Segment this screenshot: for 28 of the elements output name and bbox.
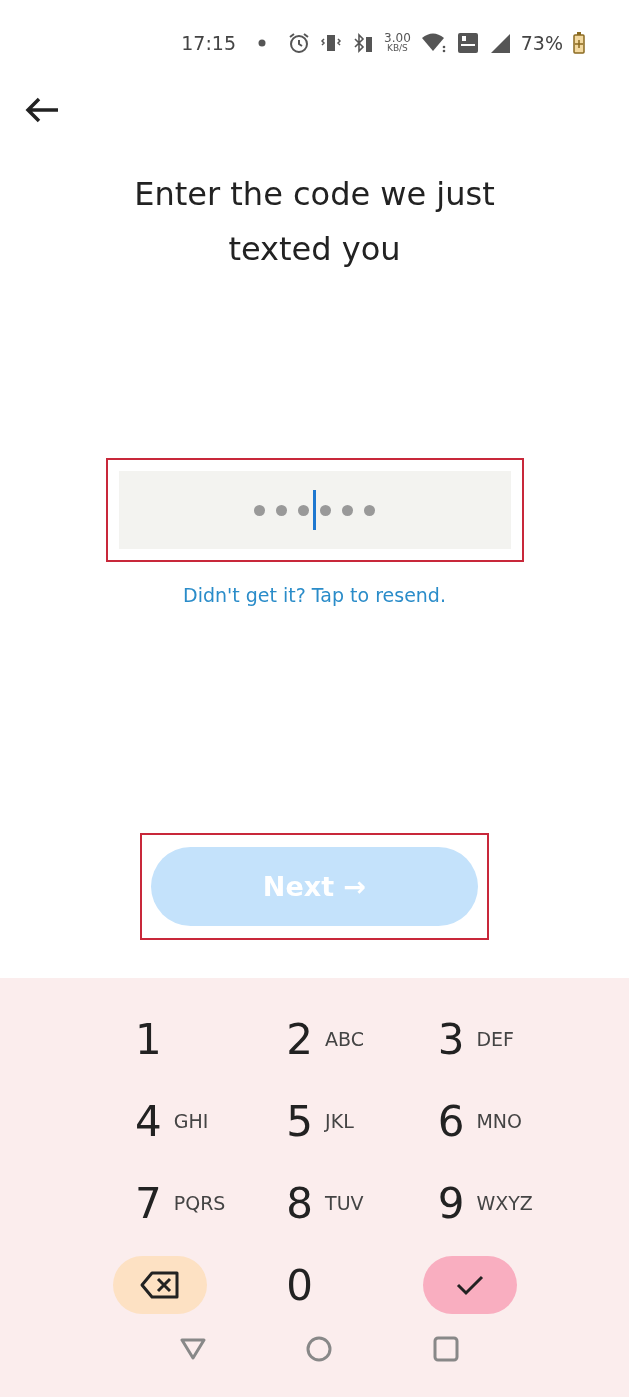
alarm-icon: [288, 31, 311, 54]
resend-link[interactable]: Didn't get it? Tap to resend.: [183, 584, 446, 606]
keypad-key[interactable]: 2 ABC: [286, 1009, 365, 1069]
keypad-key[interactable]: 3 DEF: [437, 1009, 514, 1069]
backspace-key[interactable]: [113, 1256, 207, 1314]
keypad-key[interactable]: 6 MNO: [437, 1091, 522, 1151]
bluetooth-icon: [352, 31, 375, 54]
checkmark-icon: [454, 1274, 485, 1296]
page-title: Enter the code we just texted you: [133, 174, 496, 270]
backspace-icon: [139, 1270, 181, 1300]
done-key[interactable]: [422, 1256, 517, 1314]
speed-unit: KB/S: [387, 44, 408, 53]
keypad-key[interactable]: 5 JKL: [286, 1091, 354, 1151]
volte-icon: [456, 31, 479, 54]
keypad-key[interactable]: 7 PQRS: [135, 1173, 226, 1233]
network-speed: 3.00: [384, 32, 411, 44]
keypad-key[interactable]: 1: [135, 1009, 162, 1069]
digit-placeholder-dot: [320, 504, 331, 516]
battery-percent: 73%: [520, 31, 563, 54]
code-input-field[interactable]: [118, 471, 511, 549]
keypad-key[interactable]: 0: [286, 1255, 314, 1315]
keypad-key[interactable]: 4 GHI: [135, 1091, 209, 1151]
notification-dot-icon: [258, 38, 267, 47]
clock-time: 17:15: [181, 31, 237, 54]
wifi-icon: [420, 31, 447, 54]
keypad-key[interactable]: 9 WXYZ: [437, 1173, 533, 1233]
battery-icon: [573, 31, 585, 54]
keypad-key[interactable]: 8 TUV: [286, 1173, 364, 1233]
